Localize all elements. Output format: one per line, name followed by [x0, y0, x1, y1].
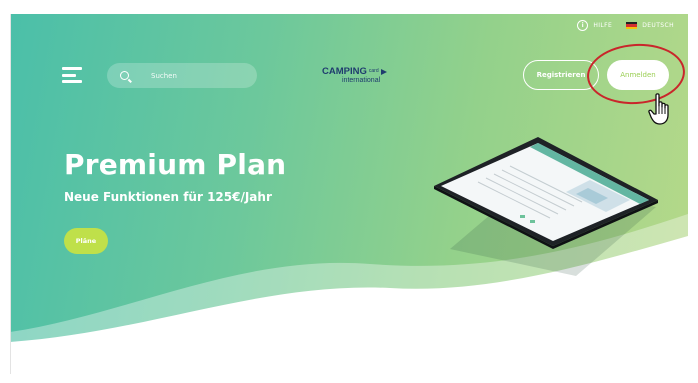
tablet-illustration	[434, 137, 658, 276]
hero-banner: i HILFE DEUTSCH CAMPING card internation…	[10, 14, 688, 374]
